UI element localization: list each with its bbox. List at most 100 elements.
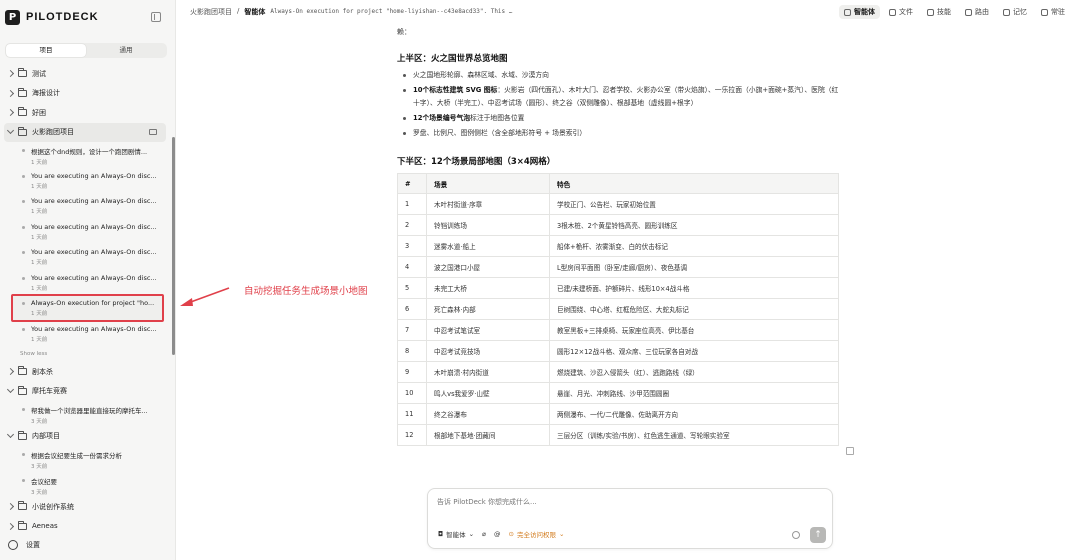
chevron-right-icon (6, 522, 15, 530)
robot-icon: ◘ (438, 530, 444, 538)
route-icon (965, 8, 972, 16)
session-item[interactable]: You are executing an Always-On disc... 1… (0, 168, 170, 194)
copy-icon[interactable] (846, 447, 854, 455)
table-cell: 圆形12×12战斗格、观众席、三位玩家各自对战 (549, 340, 839, 362)
collapse-sidebar-icon[interactable] (151, 12, 161, 22)
session-title: Always-On execution for project "ho... (31, 299, 155, 307)
tab-routes[interactable]: 路由 (960, 5, 994, 19)
chevron-right-icon (6, 109, 15, 117)
table-cell: 三层分区（训练/实验/书房）、红色逃生通道、写轮眼实验室 (549, 424, 839, 446)
folder-poster-design[interactable]: 海报设计 (0, 84, 170, 104)
tab-files[interactable]: 文件 (884, 5, 918, 19)
table-header: 场景 (426, 173, 550, 194)
folder-internal[interactable]: 内部项目 (0, 427, 170, 447)
session-item[interactable]: You are executing an Always-On disc... 1… (0, 193, 170, 219)
at-icon[interactable]: @ (494, 530, 501, 538)
session-item[interactable]: You are executing an Always-On disc... 1… (0, 321, 170, 347)
table-cell: 死亡森林·内部 (426, 298, 550, 320)
composer-toolbar: ◘ 智能体 ⌄ ⌀ @ ⊙ 完全访问权限 ⌄ (438, 529, 564, 539)
sidebar: P PILOTDECK 项目 通用 测试 海报设计 好困 火影跑团项目 根据这个… (0, 0, 176, 560)
session-item-selected[interactable]: Always-On execution for project "ho... 1… (11, 294, 164, 322)
tab-projects[interactable]: 项目 (6, 44, 86, 57)
session-item[interactable]: You are executing an Always-On disc... 1… (0, 270, 170, 296)
table-cell: 中忍考试笔试室 (426, 319, 550, 341)
table-cell: 6 (397, 298, 427, 320)
table-cell: 木叶崩溃·村内街道 (426, 361, 550, 383)
scene-table: # 场景 特色 1 木叶村街道·序章 学校正门、公告栏、玩家初始位置 2 铃铛训练场 3根… (397, 173, 839, 446)
tab-agent[interactable]: 智能体 (839, 5, 880, 19)
folder-icon (18, 107, 27, 117)
session-item[interactable]: 帮我做一个浏览器里能直接玩的摩托车... 3 天前 (0, 401, 170, 427)
table-row: 10 鸣人vs我爱罗·山壁 悬崖、月光、冲刺路线、沙甲范围圆圈 (397, 382, 839, 404)
table-row: 1 木叶村街道·序章 学校正门、公告栏、玩家初始位置 (397, 193, 839, 215)
send-button[interactable]: ↑ (810, 527, 826, 543)
tab-general[interactable]: 通用 (86, 44, 166, 57)
crumb-project[interactable]: 火影跑团项目 (190, 7, 232, 17)
folder-jubensha[interactable]: 剧本杀 (0, 362, 170, 382)
tab-label: 常驻 (1051, 8, 1065, 16)
chevron-down-icon (6, 431, 15, 439)
new-chat-icon[interactable] (149, 128, 157, 135)
session-time: 3 天前 (31, 489, 48, 496)
folder-label: 好困 (32, 108, 46, 117)
warning-icon: ⊙ (508, 530, 514, 538)
table-cell: 鸣人vs我爱罗·山壁 (426, 382, 550, 404)
table-row: 11 终之谷瀑布 两侧瀑布、一代/二代雕像、佐助离开方向 (397, 403, 839, 425)
table-cell: 3 (397, 235, 427, 257)
memory-icon (1003, 8, 1010, 16)
table-cell: 巨树围绕、中心塔、红框危险区、大蛇丸标记 (549, 298, 839, 320)
bullet-list: 火之国地形轮廓、森林区域、水域、沙漠方向 10个标志性建筑 SVG 图标：火影岩… (397, 69, 843, 140)
table-cell: 3根木桩、2个黄星铃铛高亮、圆形训练区 (549, 214, 839, 236)
folder-icon (18, 366, 27, 376)
session-item[interactable]: You are executing an Always-On disc... 1… (0, 244, 170, 270)
show-less-link[interactable]: Show less (0, 346, 170, 362)
skill-icon (927, 8, 934, 16)
agent-selector[interactable]: ◘ 智能体 ⌄ (438, 529, 474, 539)
table-cell: 7 (397, 319, 427, 341)
table-cell: 木叶村街道·序章 (426, 193, 550, 215)
folder-aeneas[interactable]: Aeneas (0, 517, 170, 537)
table-cell: 燃烧建筑、沙忍入侵箭头（红）、逃跑路线（绿） (549, 361, 839, 383)
tab-memory[interactable]: 记忆 (998, 5, 1032, 19)
sidebar-scrollbar[interactable] (172, 137, 175, 355)
session-item[interactable]: 根据会议纪要生成一份需求分析 3 天前 (0, 446, 170, 472)
session-item[interactable]: 根据这个dnd规则，设计一个跑团剧情... 1 天前 (0, 142, 170, 168)
folder-test[interactable]: 测试 (0, 64, 170, 84)
folder-icon (18, 501, 27, 511)
table-cell: 12 (397, 424, 427, 446)
session-dot-icon (22, 276, 25, 280)
folder-label: 测试 (32, 69, 46, 78)
tab-skills[interactable]: 技能 (922, 5, 956, 19)
table-cell: 已建/未建桥面、护额碎片、线形10×4战斗格 (549, 277, 839, 299)
folder-moto[interactable]: 摩托车竞赛 (0, 382, 170, 402)
session-dot-icon (22, 149, 25, 152)
chevron-right-icon (6, 70, 15, 78)
permission-selector[interactable]: ⊙ 完全访问权限 ⌄ (509, 529, 565, 539)
status-icon[interactable] (792, 531, 800, 539)
session-dot-icon (22, 302, 25, 305)
folder-icon (18, 385, 27, 395)
table-cell: 船体+桅杆、浓雾渐变、白的伏击标记 (549, 235, 839, 257)
folder-icon (18, 520, 27, 530)
bullet-item: 火之国地形轮廓、森林区域、水域、沙漠方向 (397, 69, 843, 82)
session-dot-icon (22, 478, 25, 482)
prompt-input[interactable] (437, 498, 817, 506)
table-cell: 8 (397, 340, 427, 362)
top-tabs: 智能体 文件 技能 路由 记忆 常驻 (839, 5, 1070, 19)
folder-sleepy[interactable]: 好困 (0, 103, 170, 123)
tab-always-on[interactable]: 常驻 (1036, 5, 1070, 19)
chevron-down-icon (6, 127, 15, 135)
settings-button[interactable]: 设置 (8, 540, 40, 550)
session-time: 1 天前 (31, 336, 48, 343)
tab-label: 记忆 (1013, 8, 1027, 16)
session-item[interactable]: 会议纪要 3 天前 (0, 472, 170, 498)
session-title: You are executing an Always-On disc... (31, 197, 157, 205)
attach-icon[interactable]: ⌀ (482, 530, 486, 538)
folder-naruto-trpg[interactable]: 火影跑团项目 (4, 122, 166, 142)
folder-label: Aeneas (32, 522, 58, 531)
folder-novel[interactable]: 小说创作系统 (0, 497, 170, 517)
session-title: You are executing an Always-On disc... (31, 171, 157, 180)
table-cell: 2 (397, 214, 427, 236)
tab-label: 技能 (937, 8, 951, 16)
session-item[interactable]: You are executing an Always-On disc... 1… (0, 219, 170, 245)
